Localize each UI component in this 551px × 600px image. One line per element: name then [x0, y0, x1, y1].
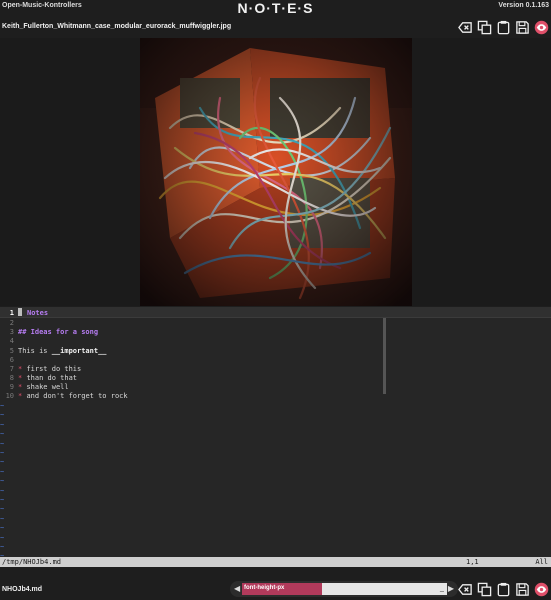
font-height-control: ◀ font-height-px _ ▶	[230, 581, 458, 597]
slider-cursor: _	[440, 585, 444, 592]
line-number: 5	[9, 347, 14, 355]
editor-scrollbar[interactable]	[383, 318, 386, 394]
empty-line-tilde: ~	[0, 524, 5, 533]
list-bullet: *	[18, 392, 23, 400]
empty-line-tilde: ~	[0, 533, 5, 542]
scroll-indicator: All	[535, 558, 548, 566]
cursor-position: 1,1	[466, 558, 479, 566]
text-cursor	[18, 308, 22, 316]
code-emphasis: __important__	[51, 347, 107, 355]
line-number: 4	[9, 337, 14, 345]
code-line-text: This is __important__	[18, 347, 107, 355]
decrease-arrow-icon[interactable]: ◀	[234, 584, 240, 593]
top-bar: Open-Music-Kontrollers N·O·T·E·S Version…	[0, 0, 551, 16]
code-list-item: * and don't forget to rock	[18, 392, 128, 400]
empty-line-tilde: ~	[0, 514, 5, 523]
editor-separator	[0, 317, 551, 318]
file-bar: Keith_Fullerton_Whitmann_case_modular_eu…	[0, 17, 551, 37]
empty-line-tilde: ~	[0, 486, 5, 495]
empty-line-tilde: ~	[0, 439, 5, 448]
empty-line-tilde: ~	[0, 505, 5, 514]
save-button[interactable]	[514, 19, 530, 35]
copy-button[interactable]	[476, 581, 492, 597]
list-text: shake well	[26, 383, 69, 391]
clear-icon	[457, 583, 472, 595]
code-line-title: Notes	[27, 309, 49, 317]
top-toolbar	[457, 19, 549, 35]
line-number: 6	[9, 356, 14, 364]
empty-line-tilde: ~	[0, 496, 5, 504]
empty-line-tilde: ~	[0, 411, 5, 420]
code-line-heading: ## Ideas for a song	[18, 328, 99, 336]
line-number: 9	[9, 383, 14, 391]
list-text: first do this	[26, 365, 82, 373]
preview-toggle-button[interactable]	[533, 19, 549, 35]
list-text: and don't forget to rock	[26, 392, 128, 400]
code-list-item: * shake well	[18, 383, 69, 391]
paste-button[interactable]	[495, 19, 511, 35]
text-editor[interactable]: 1 Notes 2 3 ## Ideas for a song 4 5 This…	[0, 307, 551, 560]
clear-button[interactable]	[457, 19, 473, 35]
empty-line-tilde: ~	[0, 449, 5, 457]
bottom-bar: NHOJb4.md ◀ font-height-px _ ▶	[0, 578, 551, 600]
list-bullet: *	[18, 365, 23, 373]
empty-line-tilde: ~	[0, 467, 5, 476]
code-list-item: * first do this	[18, 365, 81, 373]
preview-eye-icon	[534, 582, 548, 596]
clear-icon	[457, 21, 472, 33]
list-bullet: *	[18, 374, 23, 382]
empty-line-tilde: ~	[0, 477, 5, 486]
modular-synth-photo	[140, 38, 412, 306]
code-list-item: * than do that	[18, 374, 77, 382]
app-title: N·O·T·E·S	[237, 0, 314, 16]
line-number: 2	[9, 319, 14, 327]
empty-line-tilde: ~	[0, 402, 5, 410]
save-icon	[515, 582, 529, 596]
preview-toggle-button[interactable]	[533, 581, 549, 597]
copy-button[interactable]	[476, 19, 492, 35]
image-preview-pane	[0, 38, 551, 306]
save-icon	[515, 20, 529, 34]
empty-line-tilde: ~	[0, 430, 5, 439]
list-text: than do that	[26, 374, 78, 382]
preview-eye-icon	[534, 20, 548, 34]
font-height-slider[interactable]: font-height-px _	[242, 583, 447, 595]
line-number: 7	[9, 365, 14, 373]
paste-icon	[497, 20, 509, 34]
increase-arrow-icon[interactable]: ▶	[448, 584, 454, 593]
slider-label: font-height-px	[244, 585, 285, 591]
version-label: Version 0.1.163	[498, 2, 549, 9]
copy-icon	[477, 20, 491, 34]
empty-line-tilde: ~	[0, 543, 5, 551]
copy-icon	[477, 582, 491, 596]
paste-icon	[497, 582, 509, 596]
clear-button[interactable]	[457, 581, 473, 597]
note-file-name: NHOJb4.md	[2, 586, 43, 593]
current-line-highlight	[0, 307, 551, 317]
line-number: 1	[9, 309, 14, 317]
status-file-path: /tmp/NHOJb4.md	[2, 558, 62, 566]
status-line: /tmp/NHOJb4.md 1,1 All	[0, 557, 551, 567]
line-number: 10	[5, 392, 14, 400]
empty-line-tilde: ~	[0, 420, 5, 429]
empty-line-tilde: ~	[0, 458, 5, 467]
list-bullet: *	[18, 383, 23, 391]
paste-button[interactable]	[495, 581, 511, 597]
code-text: This is	[18, 347, 52, 355]
bottom-toolbar	[457, 581, 549, 597]
line-number: 3	[9, 328, 14, 336]
save-button[interactable]	[514, 581, 530, 597]
image-file-name: Keith_Fullerton_Whitmann_case_modular_eu…	[2, 23, 232, 30]
line-number: 8	[9, 374, 14, 382]
